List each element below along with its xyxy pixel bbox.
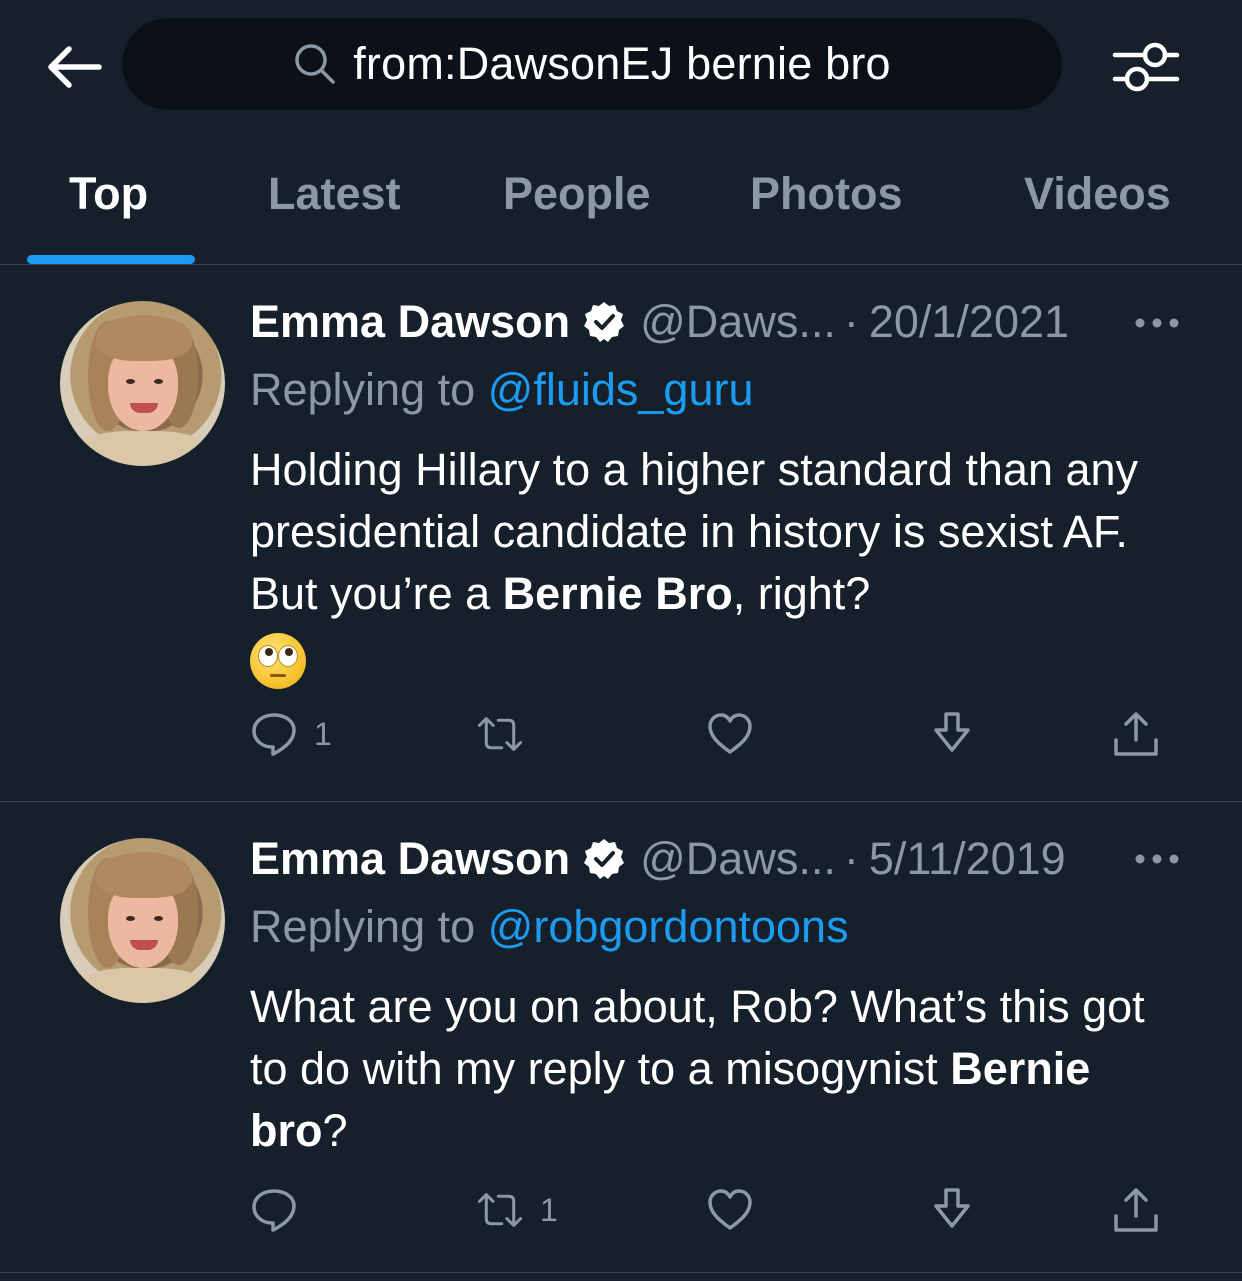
avatar[interactable] — [60, 301, 225, 466]
sliders-icon — [1112, 42, 1180, 92]
search-header: from:DawsonEJ bernie bro — [0, 0, 1242, 130]
share-icon — [1114, 1188, 1158, 1232]
rolling-eyes-emoji-icon — [250, 633, 306, 690]
tweet-header: Emma Dawson @Daws... · 5/11/2019 — [250, 833, 1066, 885]
separator-dot: · — [843, 296, 859, 347]
tweet-text: What are you on about, Rob? What’s this … — [250, 976, 1190, 1162]
back-arrow-icon — [48, 46, 102, 88]
tweet-text-bold: Bernie Bro — [502, 568, 733, 619]
tweet[interactable]: Emma Dawson @Daws... · 5/11/2019 Replyin… — [0, 802, 1242, 1281]
reply-button[interactable]: 1 — [250, 710, 332, 758]
search-results-screen: from:DawsonEJ bernie bro Top Latest Peop… — [0, 0, 1242, 1281]
tab-photos[interactable]: Photos — [750, 168, 903, 220]
tab-top[interactable]: Top — [69, 168, 148, 220]
bookmark-download-button[interactable] — [928, 710, 976, 758]
tweet-date[interactable]: 5/11/2019 — [869, 833, 1066, 885]
tweet-divider — [0, 1272, 1242, 1273]
verified-badge-icon — [582, 300, 626, 344]
more-options-icon[interactable] — [1134, 300, 1180, 346]
reply-icon — [252, 713, 296, 756]
like-button[interactable] — [706, 1186, 770, 1234]
tweet-date[interactable]: 20/1/2021 — [869, 296, 1069, 348]
verified-badge-icon — [582, 837, 626, 881]
share-button[interactable] — [1112, 1186, 1160, 1234]
separator-dot: · — [843, 833, 859, 884]
author-handle[interactable]: @Daws... — [640, 296, 836, 348]
reply-button[interactable] — [250, 1186, 314, 1234]
reply-mention-link[interactable]: @robgordontoons — [488, 901, 849, 952]
tweet-text-part: , right? — [732, 568, 871, 619]
download-arrow-icon — [934, 1188, 970, 1228]
bookmark-download-button[interactable] — [928, 1186, 976, 1234]
reply-mention-link[interactable]: @fluids_guru — [488, 364, 754, 415]
tab-latest[interactable]: Latest — [268, 168, 401, 220]
search-input[interactable]: from:DawsonEJ bernie bro — [122, 18, 1062, 110]
download-arrow-icon — [934, 712, 970, 752]
heart-icon — [708, 1189, 752, 1230]
active-tab-indicator — [27, 255, 195, 264]
tweet-actions: 1 — [250, 710, 1170, 760]
search-icon — [293, 42, 337, 86]
replying-to: Replying to @fluids_guru — [250, 364, 753, 416]
reply-icon — [252, 1189, 296, 1232]
retweet-count: 1 — [540, 1191, 558, 1228]
back-button[interactable] — [38, 34, 108, 100]
retweet-button[interactable] — [476, 710, 540, 758]
tweet-text-part: ? — [322, 1105, 348, 1156]
search-filters-button[interactable] — [1108, 34, 1184, 100]
heart-icon — [708, 713, 752, 754]
more-options-icon[interactable] — [1134, 836, 1180, 882]
search-tabs: Top Latest People Photos Videos — [0, 140, 1242, 265]
replying-to: Replying to @robgordontoons — [250, 901, 849, 953]
reply-count: 1 — [314, 715, 332, 752]
search-query: from:DawsonEJ bernie bro — [353, 38, 891, 89]
tweet-actions: 1 — [250, 1186, 1170, 1236]
tweet-header: Emma Dawson @Daws... · 20/1/2021 — [250, 296, 1069, 348]
tab-people[interactable]: People — [503, 168, 651, 220]
author-name[interactable]: Emma Dawson — [250, 833, 570, 885]
share-icon — [1114, 712, 1158, 756]
retweet-icon — [477, 717, 523, 751]
tweet[interactable]: Emma Dawson @Daws... · 20/1/2021 Replyin… — [0, 266, 1242, 801]
author-handle[interactable]: @Daws... — [640, 833, 836, 885]
tweet-text: Holding Hillary to a higher standard tha… — [250, 439, 1190, 690]
retweet-icon — [477, 1193, 523, 1227]
replying-prefix: Replying to — [250, 364, 476, 415]
tab-videos[interactable]: Videos — [1024, 168, 1171, 220]
retweet-button[interactable]: 1 — [476, 1186, 558, 1234]
like-button[interactable] — [706, 710, 770, 758]
replying-prefix: Replying to — [250, 901, 476, 952]
author-name[interactable]: Emma Dawson — [250, 296, 570, 348]
avatar[interactable] — [60, 838, 225, 1003]
share-button[interactable] — [1112, 710, 1160, 758]
